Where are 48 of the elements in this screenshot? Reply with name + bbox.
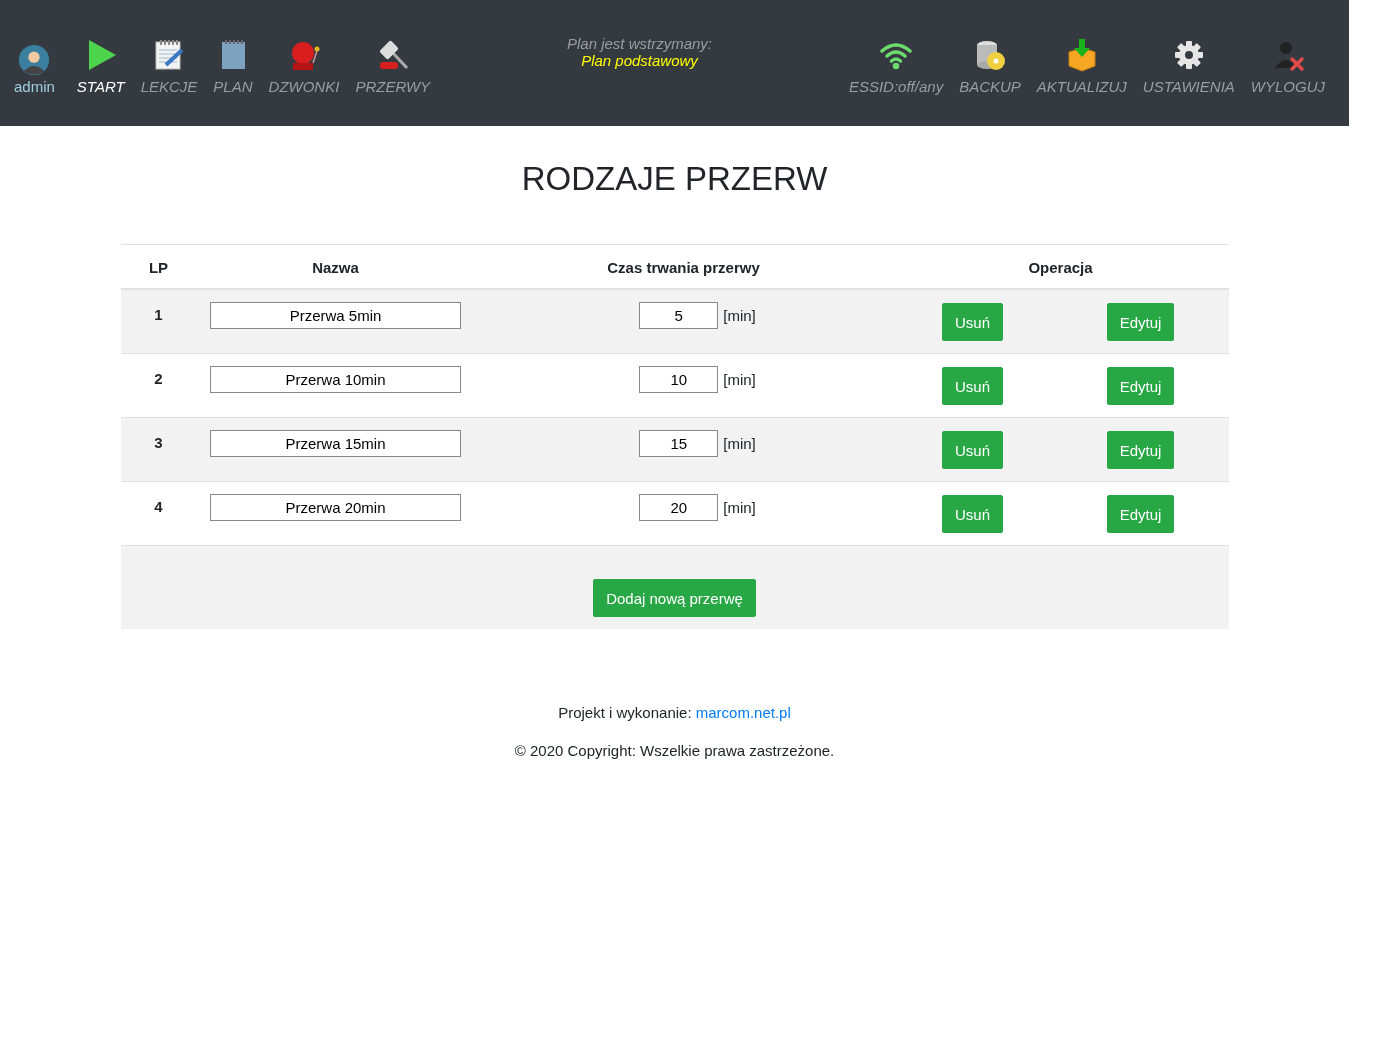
nav-item[interactable]: PLAN <box>205 31 261 95</box>
duration-input[interactable]: 5 <box>639 302 719 329</box>
name-input[interactable]: Przerwa 10min <box>210 366 461 393</box>
row-number: 1 <box>153 305 164 323</box>
plan-status-text: Plan jest wstrzymany: <box>567 35 713 52</box>
name-input[interactable]: Przerwa 20min <box>210 494 461 521</box>
nav-item[interactable]: PRZERWY <box>347 31 439 95</box>
edit-button[interactable]: Edytuj <box>1106 495 1175 533</box>
duration-input[interactable]: 20 <box>639 494 719 521</box>
page-title: RODZAJE PRZERW <box>521 160 828 198</box>
duration-input[interactable]: 10 <box>639 366 719 393</box>
column-header: LP <box>147 259 170 276</box>
delete-button[interactable]: Usuń <box>942 303 1003 341</box>
delete-button[interactable]: Usuń <box>942 431 1003 469</box>
name-input[interactable]: Przerwa 5min <box>210 302 461 329</box>
unit-label: [min] <box>723 435 756 452</box>
nav-item[interactable]: START <box>68 31 133 95</box>
row-number: 3 <box>153 433 164 451</box>
nav-item[interactable]: DZWONKI <box>260 31 348 95</box>
credit-text: Projekt i wykonanie: marcom.net.pl <box>558 704 791 721</box>
add-break-button[interactable]: Dodaj nową przerwę <box>593 579 756 617</box>
column-header: Operacja <box>1027 259 1094 276</box>
user-name: admin <box>14 77 55 95</box>
nav-item[interactable]: WYLOGUJ <box>1242 31 1333 95</box>
nav-item[interactable]: AKTUALIZUJ <box>1028 31 1135 95</box>
nav-item[interactable]: BACKUP <box>951 31 1029 95</box>
user-avatar-icon <box>18 43 51 76</box>
column-header: Czas trwania przerwy <box>606 259 761 276</box>
duration-input[interactable]: 15 <box>639 430 719 457</box>
delete-button[interactable]: Usuń <box>942 495 1003 533</box>
edit-button[interactable]: Edytuj <box>1106 303 1175 341</box>
unit-label: [min] <box>723 499 756 516</box>
plan-name: Plan podstawowy <box>581 52 698 69</box>
delete-button[interactable]: Usuń <box>942 367 1003 405</box>
row-number: 2 <box>153 369 164 387</box>
column-header: Nazwa <box>311 259 360 276</box>
nav-item[interactable]: ESSID:off/any <box>840 31 952 95</box>
copyright-text: © 2020 Copyright: Wszelkie prawa zastrzeżone. <box>514 742 835 759</box>
unit-label: [min] <box>723 307 756 324</box>
author-link[interactable]: marcom.net.pl <box>695 704 791 721</box>
row-number: 4 <box>153 497 164 515</box>
nav-item[interactable]: USTAWIENIA <box>1134 31 1243 95</box>
notepad-pencil-icon <box>152 37 186 72</box>
edit-button[interactable]: Edytuj <box>1106 367 1175 405</box>
unit-label: [min] <box>723 371 756 388</box>
edit-button[interactable]: Edytuj <box>1106 431 1175 469</box>
nav-item[interactable]: LEKCJE <box>132 31 206 95</box>
name-input[interactable]: Przerwa 15min <box>210 430 461 457</box>
